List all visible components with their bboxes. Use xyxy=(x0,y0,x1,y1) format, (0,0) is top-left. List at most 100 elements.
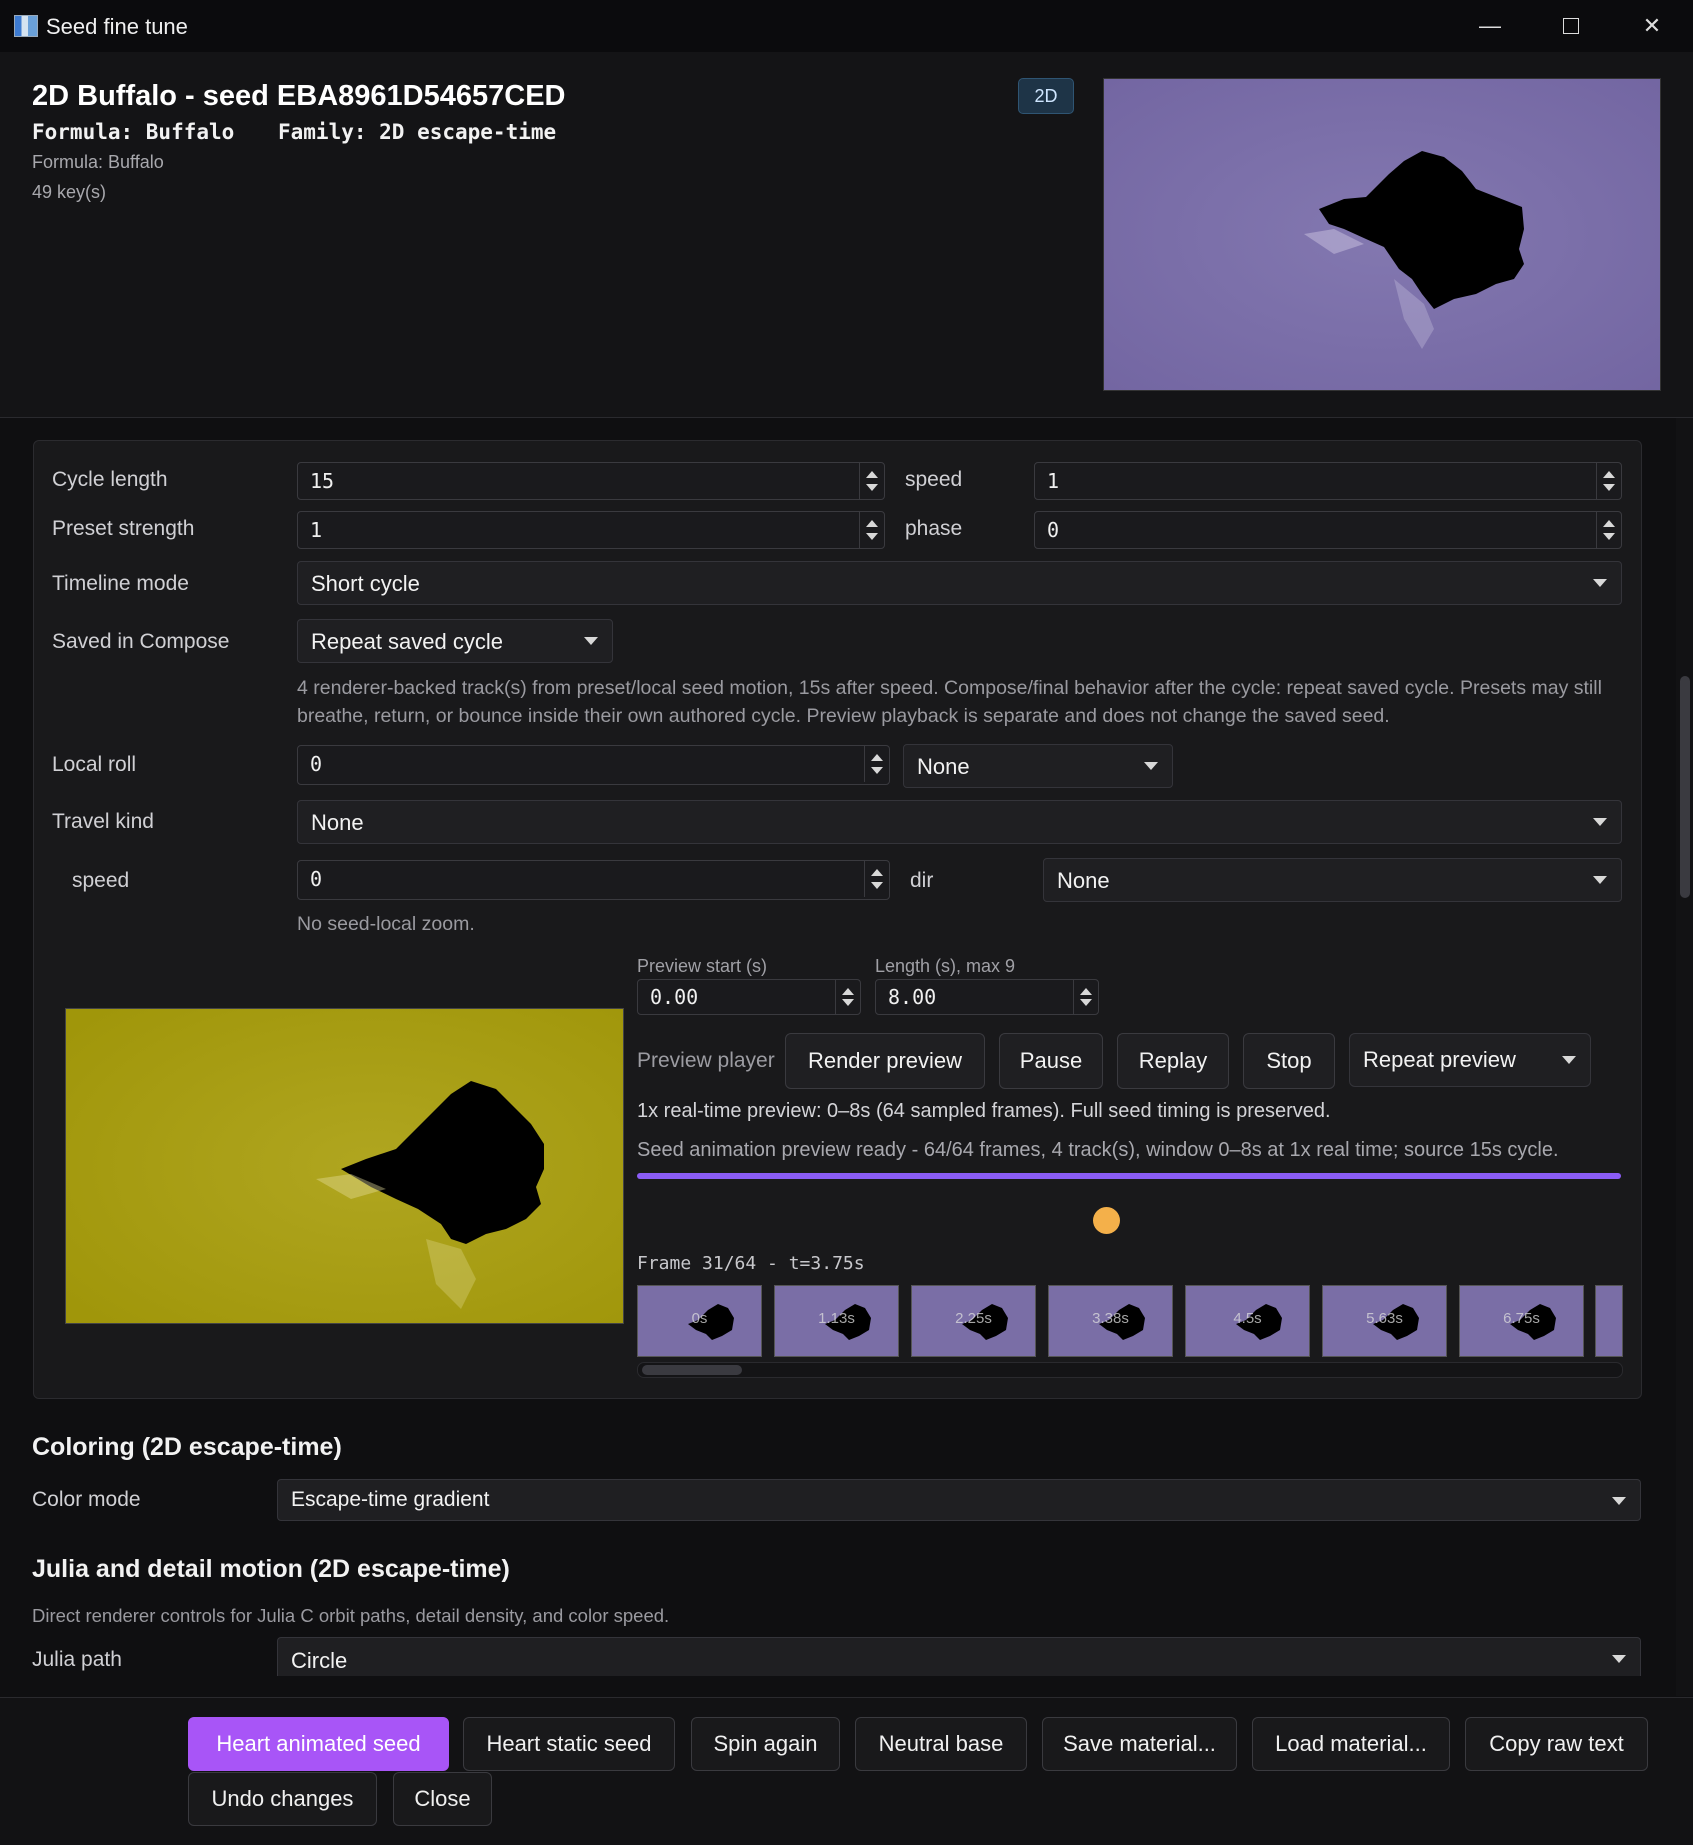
spin-arrows[interactable] xyxy=(864,746,889,782)
speed-value: 1 xyxy=(1047,469,1060,493)
saved-in-compose-value: Repeat saved cycle xyxy=(311,629,503,654)
preset-strength-input[interactable]: 1 xyxy=(297,511,885,549)
save-material-button[interactable]: Save material... xyxy=(1042,1717,1237,1771)
dir-value: None xyxy=(1057,868,1110,893)
undo-changes-button[interactable]: Undo changes xyxy=(188,1772,377,1826)
frame-thumbnail-time: 6.75s xyxy=(1503,1310,1540,1327)
spin-arrows[interactable] xyxy=(1596,463,1621,499)
spin-arrows[interactable] xyxy=(864,861,889,897)
preview-status: Seed animation preview ready - 64/64 fra… xyxy=(637,1139,1559,1161)
close-window-button[interactable]: ✕ xyxy=(1612,0,1692,52)
local-roll-value: 0 xyxy=(310,752,323,776)
load-material-button[interactable]: Load material... xyxy=(1252,1717,1450,1771)
neutral-base-button[interactable]: Neutral base xyxy=(855,1717,1027,1771)
travel-speed-input[interactable]: 0 xyxy=(297,860,890,900)
spin-again-button[interactable]: Spin again xyxy=(691,1717,840,1771)
seed-title: 2D Buffalo - seed EBA8961D54657CED xyxy=(32,80,566,112)
chevron-down-icon xyxy=(1593,876,1607,884)
color-mode-value: Escape-time gradient xyxy=(291,1488,490,1511)
spin-arrows[interactable] xyxy=(859,463,884,499)
cycle-length-input[interactable]: 15 xyxy=(297,462,885,500)
chevron-down-icon xyxy=(1144,762,1158,770)
frame-thumbnail[interactable]: 6.75s xyxy=(1459,1285,1584,1357)
spin-arrows[interactable] xyxy=(835,980,860,1014)
julia-path-value: Circle xyxy=(291,1648,348,1673)
timeline-mode-label: Timeline mode xyxy=(52,572,189,595)
heart-animated-seed-button[interactable]: Heart animated seed xyxy=(188,1717,449,1771)
frame-thumbnail-time: 4.5s xyxy=(1233,1310,1262,1327)
local-roll-mode-value: None xyxy=(917,754,970,779)
spin-arrows[interactable] xyxy=(1596,512,1621,548)
stop-button[interactable]: Stop xyxy=(1243,1033,1335,1089)
saved-in-compose-label: Saved in Compose xyxy=(52,630,230,653)
playhead-indicator[interactable] xyxy=(1093,1207,1120,1234)
heart-static-seed-button[interactable]: Heart static seed xyxy=(463,1717,675,1771)
chevron-down-icon xyxy=(1612,1497,1626,1505)
scrollbar-thumb[interactable] xyxy=(642,1365,742,1375)
frame-thumbnail[interactable]: 2.25s xyxy=(911,1285,1036,1357)
scrollbar-thumb[interactable] xyxy=(1680,676,1690,898)
title-bar xyxy=(0,0,1693,53)
preset-strength-label: Preset strength xyxy=(52,517,195,540)
phase-input[interactable]: 0 xyxy=(1034,511,1622,549)
render-preview-button[interactable]: Render preview xyxy=(785,1033,985,1089)
travel-speed-label: speed xyxy=(72,869,130,892)
replay-button[interactable]: Replay xyxy=(1117,1033,1229,1089)
frame-thumbnail-time: 2.25s xyxy=(955,1310,992,1327)
preset-strength-value: 1 xyxy=(310,518,323,542)
travel-kind-dropdown[interactable]: None xyxy=(297,800,1622,844)
chevron-down-icon xyxy=(1593,818,1607,826)
travel-kind-value: None xyxy=(311,810,364,835)
frame-thumbnail-time: 3.38s xyxy=(1092,1310,1129,1327)
frame-thumbnail[interactable]: 5.63s xyxy=(1322,1285,1447,1357)
saved-cycle-help: 4 renderer-backed track(s) from preset/l… xyxy=(297,677,1602,727)
timeline-mode-dropdown[interactable]: Short cycle xyxy=(297,561,1622,605)
coloring-section-title: Coloring (2D escape-time) xyxy=(32,1433,342,1461)
dimension-badge: 2D xyxy=(1018,78,1074,114)
preview-progress-fill xyxy=(637,1173,1621,1179)
maximize-button[interactable] xyxy=(1531,0,1611,52)
minimize-button[interactable]: — xyxy=(1450,0,1530,52)
thumbnail-scrollbar[interactable] xyxy=(637,1362,1623,1378)
frame-thumbnail[interactable]: 0s xyxy=(637,1285,762,1357)
cycle-length-value: 15 xyxy=(310,469,335,493)
frame-thumbnail[interactable]: 1.13s xyxy=(774,1285,899,1357)
dir-dropdown[interactable]: None xyxy=(1043,858,1622,902)
local-roll-label: Local roll xyxy=(52,753,137,776)
thumbnail-partial[interactable] xyxy=(1595,1285,1623,1357)
repeat-mode-value: Repeat preview xyxy=(1363,1047,1516,1072)
cycle-length-label: Cycle length xyxy=(52,468,168,491)
julia-help: Direct renderer controls for Julia C orb… xyxy=(32,1605,670,1626)
preview-start-label: Preview start (s) xyxy=(637,956,768,976)
pause-button[interactable]: Pause xyxy=(999,1033,1103,1089)
key-count: 49 key(s) xyxy=(32,182,107,202)
julia-path-label: Julia path xyxy=(32,1648,122,1671)
preview-start-input[interactable]: 0.00 xyxy=(637,979,861,1015)
preview-length-label: Length (s), max 9 xyxy=(875,956,1016,976)
preview-length-input[interactable]: 8.00 xyxy=(875,979,1099,1015)
phase-value: 0 xyxy=(1047,518,1060,542)
zoom-help: No seed-local zoom. xyxy=(297,913,475,935)
chevron-down-icon xyxy=(584,637,598,645)
formula-label: Formula: Buffalo xyxy=(32,120,235,144)
spin-arrows[interactable] xyxy=(859,512,884,548)
color-mode-dropdown[interactable]: Escape-time gradient xyxy=(277,1479,1641,1521)
color-mode-label: Color mode xyxy=(32,1488,141,1511)
speed-input[interactable]: 1 xyxy=(1034,462,1622,500)
vertical-scrollbar[interactable] xyxy=(1676,418,1693,1696)
local-roll-mode-dropdown[interactable]: None xyxy=(903,744,1173,788)
copy-raw-text-button[interactable]: Copy raw text xyxy=(1465,1717,1648,1771)
saved-in-compose-dropdown[interactable]: Repeat saved cycle xyxy=(297,619,613,663)
frame-thumbnail-time: 1.13s xyxy=(818,1310,855,1327)
frame-thumbnail[interactable]: 3.38s xyxy=(1048,1285,1173,1357)
local-roll-input[interactable]: 0 xyxy=(297,745,890,785)
repeat-mode-dropdown[interactable]: Repeat preview xyxy=(1349,1033,1591,1087)
frame-counter: Frame 31/64 - t=3.75s xyxy=(637,1253,865,1274)
chevron-down-icon xyxy=(1612,1655,1626,1663)
frame-thumbnail[interactable]: 4.5s xyxy=(1185,1285,1310,1357)
phase-label: phase xyxy=(905,517,963,540)
close-button[interactable]: Close xyxy=(393,1772,492,1826)
julia-path-dropdown[interactable]: Circle xyxy=(277,1637,1641,1676)
speed-label: speed xyxy=(905,468,963,491)
spin-arrows[interactable] xyxy=(1073,980,1098,1014)
